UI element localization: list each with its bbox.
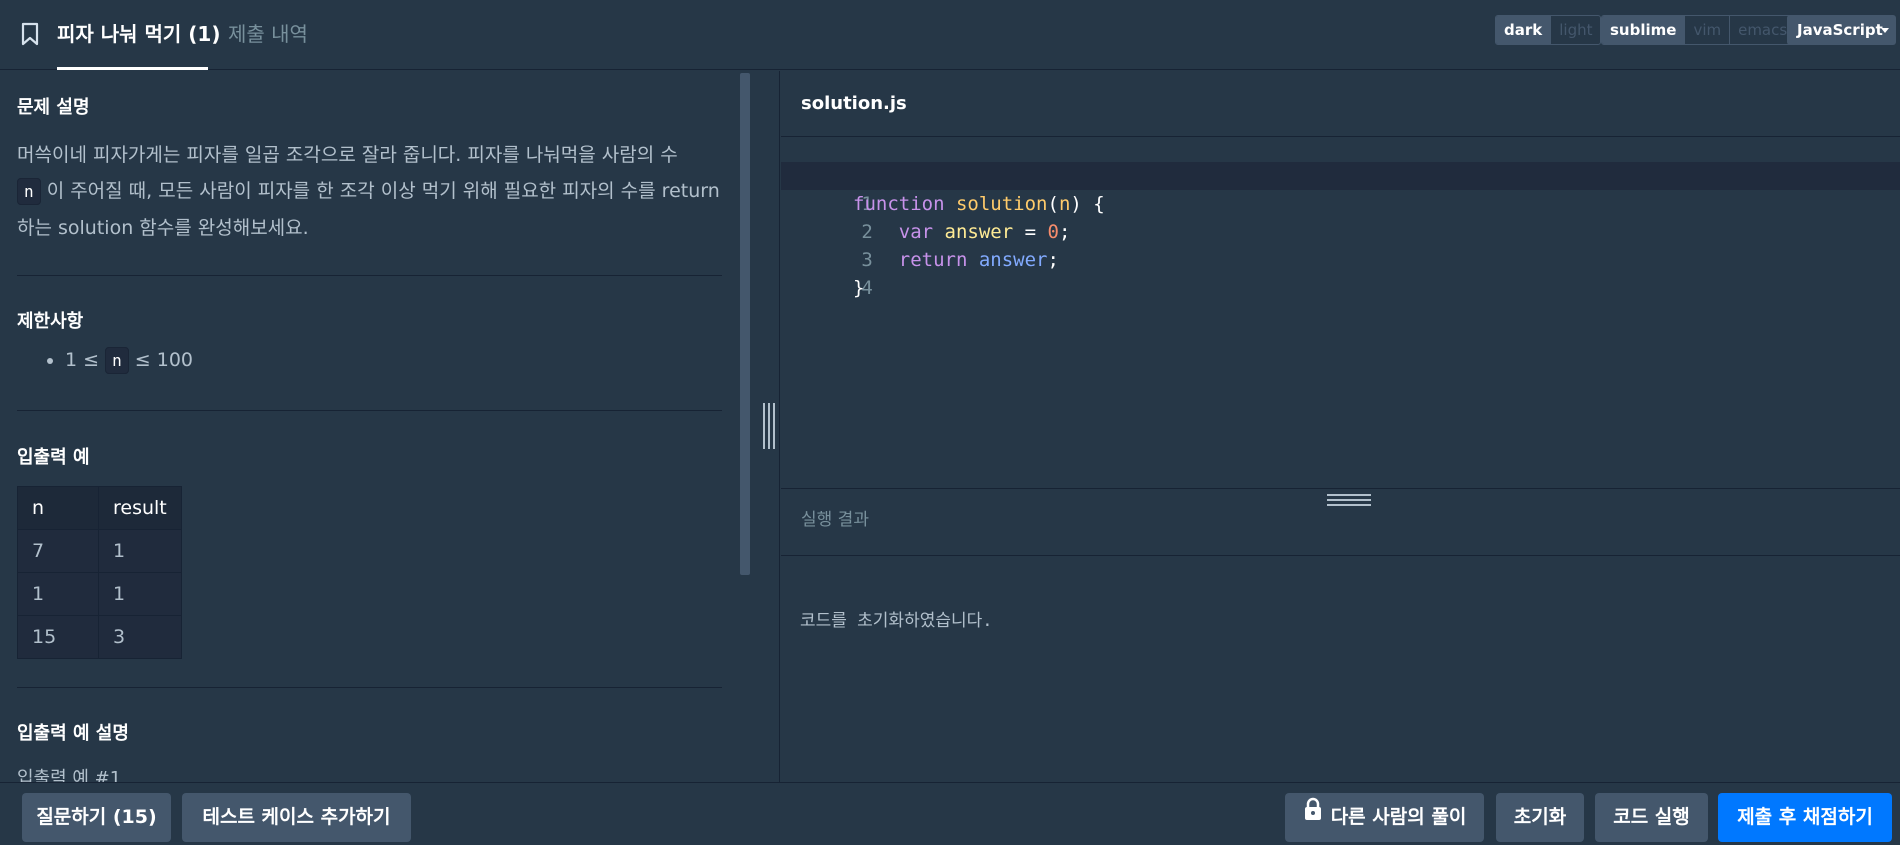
others-solution-button[interactable]: 다른 사람의 풀이 bbox=[1285, 793, 1484, 842]
problem-pane: 문제 설명 머쓱이네 피자가게는 피자를 일곱 조각으로 잘라 줍니다. 피자를… bbox=[0, 71, 750, 782]
vertical-resize-handle[interactable] bbox=[763, 403, 775, 449]
divider bbox=[17, 410, 722, 411]
bullet-icon bbox=[47, 357, 53, 364]
add-testcase-button[interactable]: 테스트 케이스 추가하기 bbox=[182, 793, 411, 842]
ask-question-button[interactable]: 질문하기 (15) bbox=[22, 793, 171, 842]
table-header-row: n result bbox=[17, 486, 182, 530]
caret-down-icon bbox=[1881, 28, 1889, 33]
keymap-sublime-option[interactable]: sublime bbox=[1602, 16, 1685, 44]
top-bar: 피자 나눠 먹기 (1) 제출 내역 dark light sublime vi… bbox=[0, 0, 1900, 70]
table-cell: 15 bbox=[17, 615, 99, 659]
code-editor[interactable]: 1 function solution(n) { 2 var answer = 0… bbox=[781, 138, 1900, 488]
horizontal-resize-handle[interactable] bbox=[1327, 494, 1371, 506]
table-row: 1 1 bbox=[17, 572, 182, 616]
constraint-prefix: 1 ≤ bbox=[65, 349, 100, 371]
editor-filename: solution.js bbox=[781, 71, 1900, 137]
keymap-toggle: sublime vim emacs bbox=[1601, 15, 1797, 45]
language-select-value: JavaScript bbox=[1797, 21, 1883, 39]
scrollbar-thumb[interactable] bbox=[740, 73, 750, 575]
constraints-title: 제한사항 bbox=[17, 311, 84, 332]
line-number: 4 bbox=[861, 277, 873, 299]
table-row: 15 3 bbox=[17, 615, 182, 659]
problem-description: 머쓱이네 피자가게는 피자를 일곱 조각으로 잘라 줍니다. 피자를 나눠먹을 … bbox=[17, 137, 722, 246]
code-line[interactable]: 3 return answer; bbox=[781, 218, 1900, 271]
theme-dark-option[interactable]: dark bbox=[1496, 16, 1551, 44]
keymap-vim-option[interactable]: vim bbox=[1684, 16, 1729, 44]
code-line[interactable]: 2 var answer = 0; bbox=[781, 190, 1900, 243]
io-explain-title: 입출력 예 설명 bbox=[17, 723, 129, 744]
lock-icon bbox=[1303, 791, 1323, 840]
description-text-1: 머쓱이네 피자가게는 피자를 일곱 조각으로 잘라 줍니다. 피자를 나눠먹을 … bbox=[17, 144, 678, 166]
theme-light-option[interactable]: light bbox=[1550, 16, 1600, 44]
io-table: n result 7 1 1 1 15 3 bbox=[17, 486, 182, 659]
inline-code-n: n bbox=[17, 178, 41, 205]
others-solution-label: 다른 사람의 풀이 bbox=[1330, 806, 1467, 828]
bookmark-icon[interactable] bbox=[20, 22, 44, 48]
io-title: 입출력 예 bbox=[17, 447, 90, 468]
theme-toggle: dark light bbox=[1495, 15, 1602, 45]
result-console-message: 코드를 초기화하였습니다. bbox=[800, 611, 993, 631]
run-code-button[interactable]: 코드 실행 bbox=[1595, 793, 1708, 842]
table-cell: 3 bbox=[98, 615, 182, 659]
table-cell: 7 bbox=[17, 529, 99, 573]
divider bbox=[17, 275, 722, 276]
table-header-cell: result bbox=[98, 486, 182, 530]
divider bbox=[17, 687, 722, 688]
tab-problem[interactable]: 피자 나눠 먹기 (1) bbox=[57, 0, 221, 70]
inline-code-n: n bbox=[105, 347, 129, 374]
table-row: 7 1 bbox=[17, 529, 182, 573]
constraint-suffix: ≤ 100 bbox=[134, 349, 194, 371]
code-line[interactable]: 4} bbox=[781, 246, 1900, 299]
language-select[interactable]: JavaScript bbox=[1787, 15, 1896, 45]
table-cell: 1 bbox=[98, 572, 182, 616]
tab-submissions[interactable]: 제출 내역 bbox=[228, 0, 308, 70]
constraint-item: 1 ≤ n ≤ 100 bbox=[47, 347, 194, 374]
table-cell: 1 bbox=[17, 572, 99, 616]
table-cell: 1 bbox=[98, 529, 182, 573]
submit-button[interactable]: 제출 후 채점하기 bbox=[1718, 793, 1892, 842]
description-text-2: 이 주어질 때, 모든 사람이 피자를 한 조각 이상 먹기 위해 필요한 피자… bbox=[17, 180, 720, 239]
code-line[interactable]: 1 function solution(n) { bbox=[781, 162, 1900, 215]
io-explain-first: 입출력 예 #1 bbox=[17, 768, 122, 782]
description-title: 문제 설명 bbox=[17, 97, 90, 118]
keymap-emacs-option[interactable]: emacs bbox=[1729, 16, 1795, 44]
reset-button[interactable]: 초기화 bbox=[1496, 793, 1584, 842]
table-header-cell: n bbox=[17, 486, 99, 530]
